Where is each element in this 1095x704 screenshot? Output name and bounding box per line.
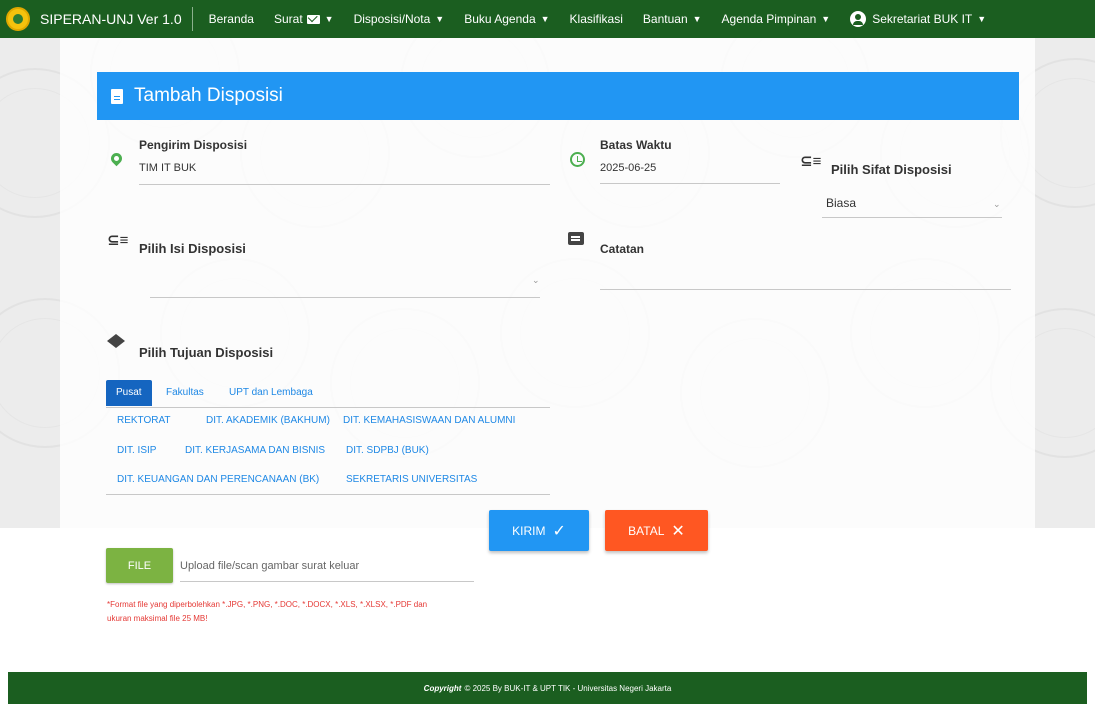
location-pin-icon xyxy=(108,150,125,167)
catatan-label: Catatan xyxy=(600,242,645,256)
unit-dit-kemahasiswaan[interactable]: DIT. KEMAHASISWAAN DAN ALUMNI xyxy=(343,415,515,426)
tab-fakultas[interactable]: Fakultas xyxy=(166,380,204,406)
batas-waktu-underline xyxy=(600,183,780,184)
disposisi-form: Pengirim Disposisi TIM IT BUK Batas Wakt… xyxy=(0,0,1095,704)
nav-beranda[interactable]: Beranda xyxy=(209,12,254,26)
batal-button[interactable]: BATAL ✕ xyxy=(605,510,708,551)
pengirim-label: Pengirim Disposisi xyxy=(139,138,248,152)
alarm-clock-icon xyxy=(570,152,585,167)
pengirim-input[interactable]: TIM IT BUK xyxy=(139,162,196,174)
nav-disposisi[interactable]: Disposisi/Nota ▼ xyxy=(354,12,445,26)
mail-icon xyxy=(306,14,320,24)
user-circle-icon xyxy=(850,11,867,27)
nav-user-menu[interactable]: Sekretariat BUK IT ▼ xyxy=(850,11,986,27)
caret-down-icon: ▼ xyxy=(324,14,334,24)
list-check-icon: ⊆≡ xyxy=(107,232,129,249)
caret-down-icon: ▼ xyxy=(821,14,831,24)
check-icon: ✓ xyxy=(552,522,566,540)
unit-dit-keuangan[interactable]: DIT. KEUANGAN DAN PERENCANAAN (BK) xyxy=(117,474,319,485)
unit-dit-sdpbj[interactable]: DIT. SDPBJ (BUK) xyxy=(346,445,429,456)
tabs-divider xyxy=(106,407,550,408)
chevron-down-icon: ⌄ xyxy=(532,275,540,285)
app-brand[interactable]: SIPERAN-UNJ Ver 1.0 xyxy=(40,7,193,31)
file-format-note: *Format file yang diperbolehkan *.JPG, *… xyxy=(107,600,428,623)
sifat-select[interactable]: Biasa xyxy=(826,196,856,210)
isi-underline xyxy=(150,297,540,298)
nav-klasifikasi[interactable]: Klasifikasi xyxy=(570,12,623,26)
close-icon: ✕ xyxy=(671,522,685,540)
chevron-down-icon: ⌄ xyxy=(993,199,1001,209)
nav-bantuan[interactable]: Bantuan ▼ xyxy=(643,12,702,26)
tab-upt-lembaga[interactable]: UPT dan Lembaga xyxy=(229,380,313,406)
batas-waktu-input[interactable]: 2025-06-25 xyxy=(600,162,656,174)
tujuan-label: Pilih Tujuan Disposisi xyxy=(139,345,274,360)
list-check-icon: ⊆≡ xyxy=(800,153,822,170)
unit-sekretaris-universitas[interactable]: SEKRETARIS UNIVERSITAS xyxy=(346,474,477,485)
isi-label: Pilih Isi Disposisi xyxy=(139,241,246,256)
unit-dit-kerjasama[interactable]: DIT. KERJASAMA DAN BISNIS xyxy=(185,445,325,456)
sifat-underline xyxy=(822,217,1002,218)
unit-dit-isip[interactable]: DIT. ISIP xyxy=(117,445,156,456)
file-path-input[interactable]: Upload file/scan gambar surat keluar xyxy=(180,560,359,572)
pengirim-underline xyxy=(139,184,550,185)
nav-buku-agenda[interactable]: Buku Agenda ▼ xyxy=(464,12,549,26)
tab-pusat[interactable]: Pusat xyxy=(106,380,152,406)
caret-down-icon: ▼ xyxy=(540,14,550,24)
sifat-label: Pilih Sifat Disposisi xyxy=(831,162,952,177)
top-navbar: SIPERAN-UNJ Ver 1.0 Beranda Surat ▼ Dispo… xyxy=(0,0,1095,38)
nav-agenda-pimpinan[interactable]: Agenda Pimpinan ▼ xyxy=(722,12,831,26)
catatan-underline xyxy=(600,289,1011,290)
file-path-underline xyxy=(180,581,474,582)
caret-down-icon: ▼ xyxy=(692,14,702,24)
graduation-cap-icon xyxy=(107,334,125,348)
unit-dit-akademik[interactable]: DIT. AKADEMIK (BAKHUM) xyxy=(206,415,330,426)
note-icon xyxy=(568,232,584,245)
batas-waktu-label: Batas Waktu xyxy=(600,138,672,152)
caret-down-icon: ▼ xyxy=(977,14,987,24)
unj-logo-icon xyxy=(6,7,30,31)
nav-surat[interactable]: Surat ▼ xyxy=(274,12,334,26)
units-divider xyxy=(106,494,550,495)
unit-rektorat[interactable]: REKTORAT xyxy=(117,415,171,426)
kirim-button[interactable]: KIRIM ✓ xyxy=(489,510,589,551)
file-upload-button[interactable]: FILE xyxy=(106,548,173,583)
caret-down-icon: ▼ xyxy=(435,14,445,24)
